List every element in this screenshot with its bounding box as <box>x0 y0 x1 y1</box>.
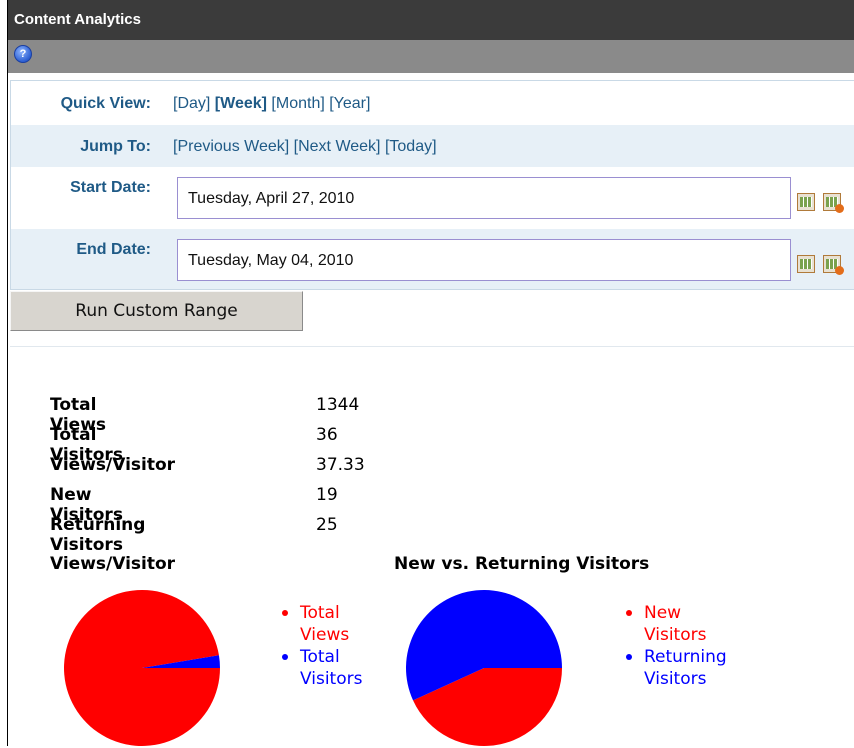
legend-dot <box>282 610 288 616</box>
legend-label-line: Visitors <box>644 625 707 645</box>
new-vs-returning-pie-chart <box>405 590 562 746</box>
jump-to-row: Jump To: [Previous Week] [Next Week] [To… <box>11 125 854 167</box>
end-date-clear-icon[interactable] <box>823 255 844 275</box>
stat-value: 37.33 <box>316 455 365 475</box>
quick-view-links: [Day] [Week] [Month] [Year] <box>173 95 370 113</box>
legend-label-line: Views <box>300 625 350 645</box>
views-per-visitor-chart-title: Views/Visitor <box>50 554 176 574</box>
next-week-link[interactable]: [Next Week] <box>294 138 381 155</box>
legend-label-line: New <box>644 603 682 623</box>
legend-item: Total Views <box>276 602 410 646</box>
quick-view-month-link[interactable]: [Month] <box>271 95 324 112</box>
quick-view-day-link[interactable]: [Day] <box>173 95 210 112</box>
toolbar: ? <box>8 40 854 73</box>
previous-week-link[interactable]: [Previous Week] <box>173 138 289 155</box>
legend-item: New Visitors <box>620 602 754 646</box>
legend-label-line: Returning <box>644 647 727 667</box>
window-title: Content Analytics <box>8 0 854 40</box>
legend-dot <box>626 610 632 616</box>
legend-item: Returning Visitors <box>620 646 754 690</box>
new-vs-returning-chart-title: New vs. Returning Visitors <box>394 554 650 574</box>
views-per-visitor-pie-chart <box>64 589 221 746</box>
run-custom-range-button[interactable]: Run Custom Range <box>10 291 303 331</box>
quick-view-week-link[interactable]: [Week] <box>215 95 267 112</box>
stat-label: Returning Visitors <box>50 515 146 555</box>
help-icon[interactable]: ? <box>14 45 32 63</box>
start-date-label: Start Date: <box>70 179 151 196</box>
stat-value: 1344 <box>316 395 360 415</box>
separator <box>10 346 854 347</box>
legend-dot <box>282 654 288 660</box>
stat-label: Views/Visitor <box>50 455 176 475</box>
start-date-calendar-icon[interactable] <box>797 193 815 211</box>
start-date-row: Start Date: Tuesday, April 27, 2010 <box>11 167 854 229</box>
legend-label-line: Total <box>300 647 340 667</box>
jump-to-links: [Previous Week] [Next Week] [Today] <box>173 138 437 156</box>
end-date-field[interactable]: Tuesday, May 04, 2010 <box>177 239 791 281</box>
today-link[interactable]: [Today] <box>385 138 437 155</box>
quick-view-label: Quick View: <box>60 95 151 112</box>
jump-to-label: Jump To: <box>80 138 151 155</box>
quick-view-row: Quick View: [Day] [Week] [Month] [Year] <box>11 81 854 125</box>
legend-dot <box>626 654 632 660</box>
start-date-clear-icon[interactable] <box>823 193 844 213</box>
date-range-form: Quick View: [Day] [Week] [Month] [Year] … <box>10 80 854 290</box>
window-title-text: Content Analytics <box>14 11 141 28</box>
quick-view-year-link[interactable]: [Year] <box>329 95 370 112</box>
legend-label-line: Total <box>300 603 340 623</box>
legend-label-line: Visitors <box>300 669 363 689</box>
new-vs-returning-legend: New Visitors Returning Visitors <box>620 602 754 690</box>
stat-value: 36 <box>316 425 338 445</box>
views-per-visitor-legend: Total Views Total Visitors <box>276 602 410 690</box>
stat-value: 19 <box>316 485 338 505</box>
left-border <box>0 0 8 746</box>
legend-item: Total Visitors <box>276 646 410 690</box>
start-date-field[interactable]: Tuesday, April 27, 2010 <box>177 177 791 219</box>
end-date-row: End Date: Tuesday, May 04, 2010 <box>11 229 854 289</box>
legend-label-line: Visitors <box>644 669 707 689</box>
end-date-calendar-icon[interactable] <box>797 255 815 273</box>
stat-value: 25 <box>316 515 338 535</box>
end-date-label: End Date: <box>76 241 151 258</box>
